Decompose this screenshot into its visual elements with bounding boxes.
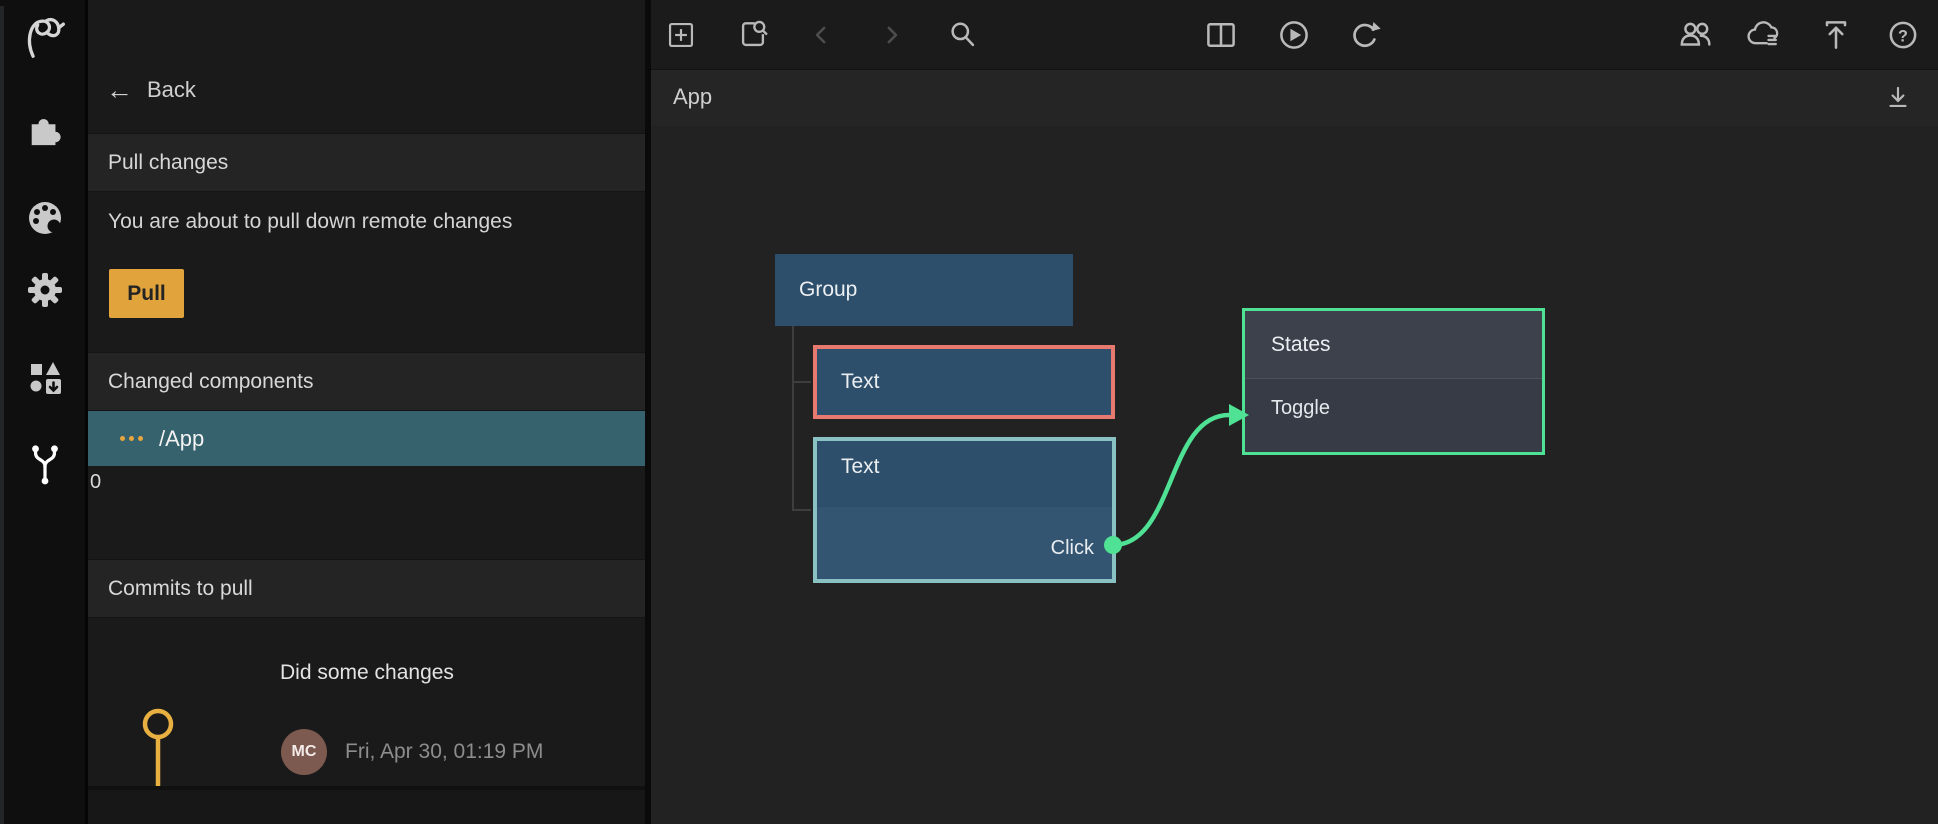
version-control-panel: ← Back Pull changes You are about to pul… [88, 0, 645, 824]
back-arrow-icon: ← [106, 77, 133, 104]
back-button[interactable]: ← Back [88, 70, 645, 110]
node-group[interactable]: Group [775, 254, 1073, 326]
node-title: Group [799, 278, 857, 302]
input-port-label: Toggle [1271, 397, 1330, 420]
pull-changes-header: Pull changes [88, 133, 645, 192]
svg-text:?: ? [1898, 27, 1908, 45]
pull-changes-title: Pull changes [108, 151, 228, 175]
screen-edge-strip [0, 6, 4, 824]
zero-count-label: 0 [90, 471, 101, 494]
commits-title: Commits to pull [108, 577, 253, 601]
download-icon[interactable] [1880, 80, 1916, 116]
search-icon[interactable] [944, 16, 982, 54]
changed-components-title: Changed components [108, 370, 313, 394]
commit-message[interactable]: Did some changes [280, 661, 454, 685]
preview-play-icon[interactable] [1275, 16, 1313, 54]
noodl-logo-icon[interactable] [24, 16, 66, 58]
back-label: Back [147, 77, 196, 103]
icon-rail [0, 0, 88, 824]
components-icon[interactable] [24, 357, 66, 399]
output-port-label: Click [1051, 537, 1094, 560]
node-states[interactable]: States Toggle [1242, 308, 1545, 455]
split-view-icon[interactable] [1202, 16, 1240, 54]
nav-back-icon[interactable] [802, 16, 840, 54]
breadcrumb[interactable]: App [673, 84, 712, 110]
publish-icon[interactable] [1817, 16, 1855, 54]
node-title: States [1271, 333, 1331, 357]
changed-components-header: Changed components [88, 352, 645, 411]
component-breadcrumb-bar: App [651, 70, 1938, 126]
collaborators-icon[interactable] [1678, 16, 1716, 54]
nav-forward-icon[interactable] [873, 16, 911, 54]
node-header: States [1245, 311, 1542, 379]
styles-icon[interactable] [24, 197, 66, 239]
refresh-icon[interactable] [1345, 16, 1383, 54]
node-title: Text [841, 455, 880, 479]
plugins-icon[interactable] [24, 107, 66, 149]
editor-toolbar: ? [651, 0, 1938, 70]
component-search-icon[interactable] [734, 16, 772, 54]
settings-icon[interactable] [24, 269, 66, 311]
commits-header: Commits to pull [88, 559, 645, 618]
add-node-icon[interactable] [662, 16, 700, 54]
app-window: ← Back Pull changes You are about to pul… [0, 0, 1938, 824]
cloud-services-icon[interactable] [1745, 16, 1783, 54]
node-text-2[interactable]: Text Click [813, 437, 1116, 583]
sidebar-footer [88, 790, 645, 824]
commit-timestamp: Fri, Apr 30, 01:19 PM [345, 740, 543, 764]
component-dots-icon [120, 436, 143, 441]
version-control-icon[interactable] [24, 442, 66, 484]
node-title: Text [841, 370, 880, 394]
component-name: /App [159, 426, 204, 452]
node-text-1[interactable]: Text [813, 345, 1115, 419]
changed-component-row-app[interactable]: /App [88, 411, 645, 466]
pull-description: You are about to pull down remote change… [108, 210, 512, 234]
pull-button[interactable]: Pull [109, 269, 184, 318]
avatar: MC [281, 729, 327, 775]
commit-list: Did some changes MC Fri, Apr 30, 01:19 P… [88, 618, 645, 786]
node-editor: ? App Group Text [651, 0, 1938, 824]
help-icon[interactable]: ? [1884, 16, 1922, 54]
